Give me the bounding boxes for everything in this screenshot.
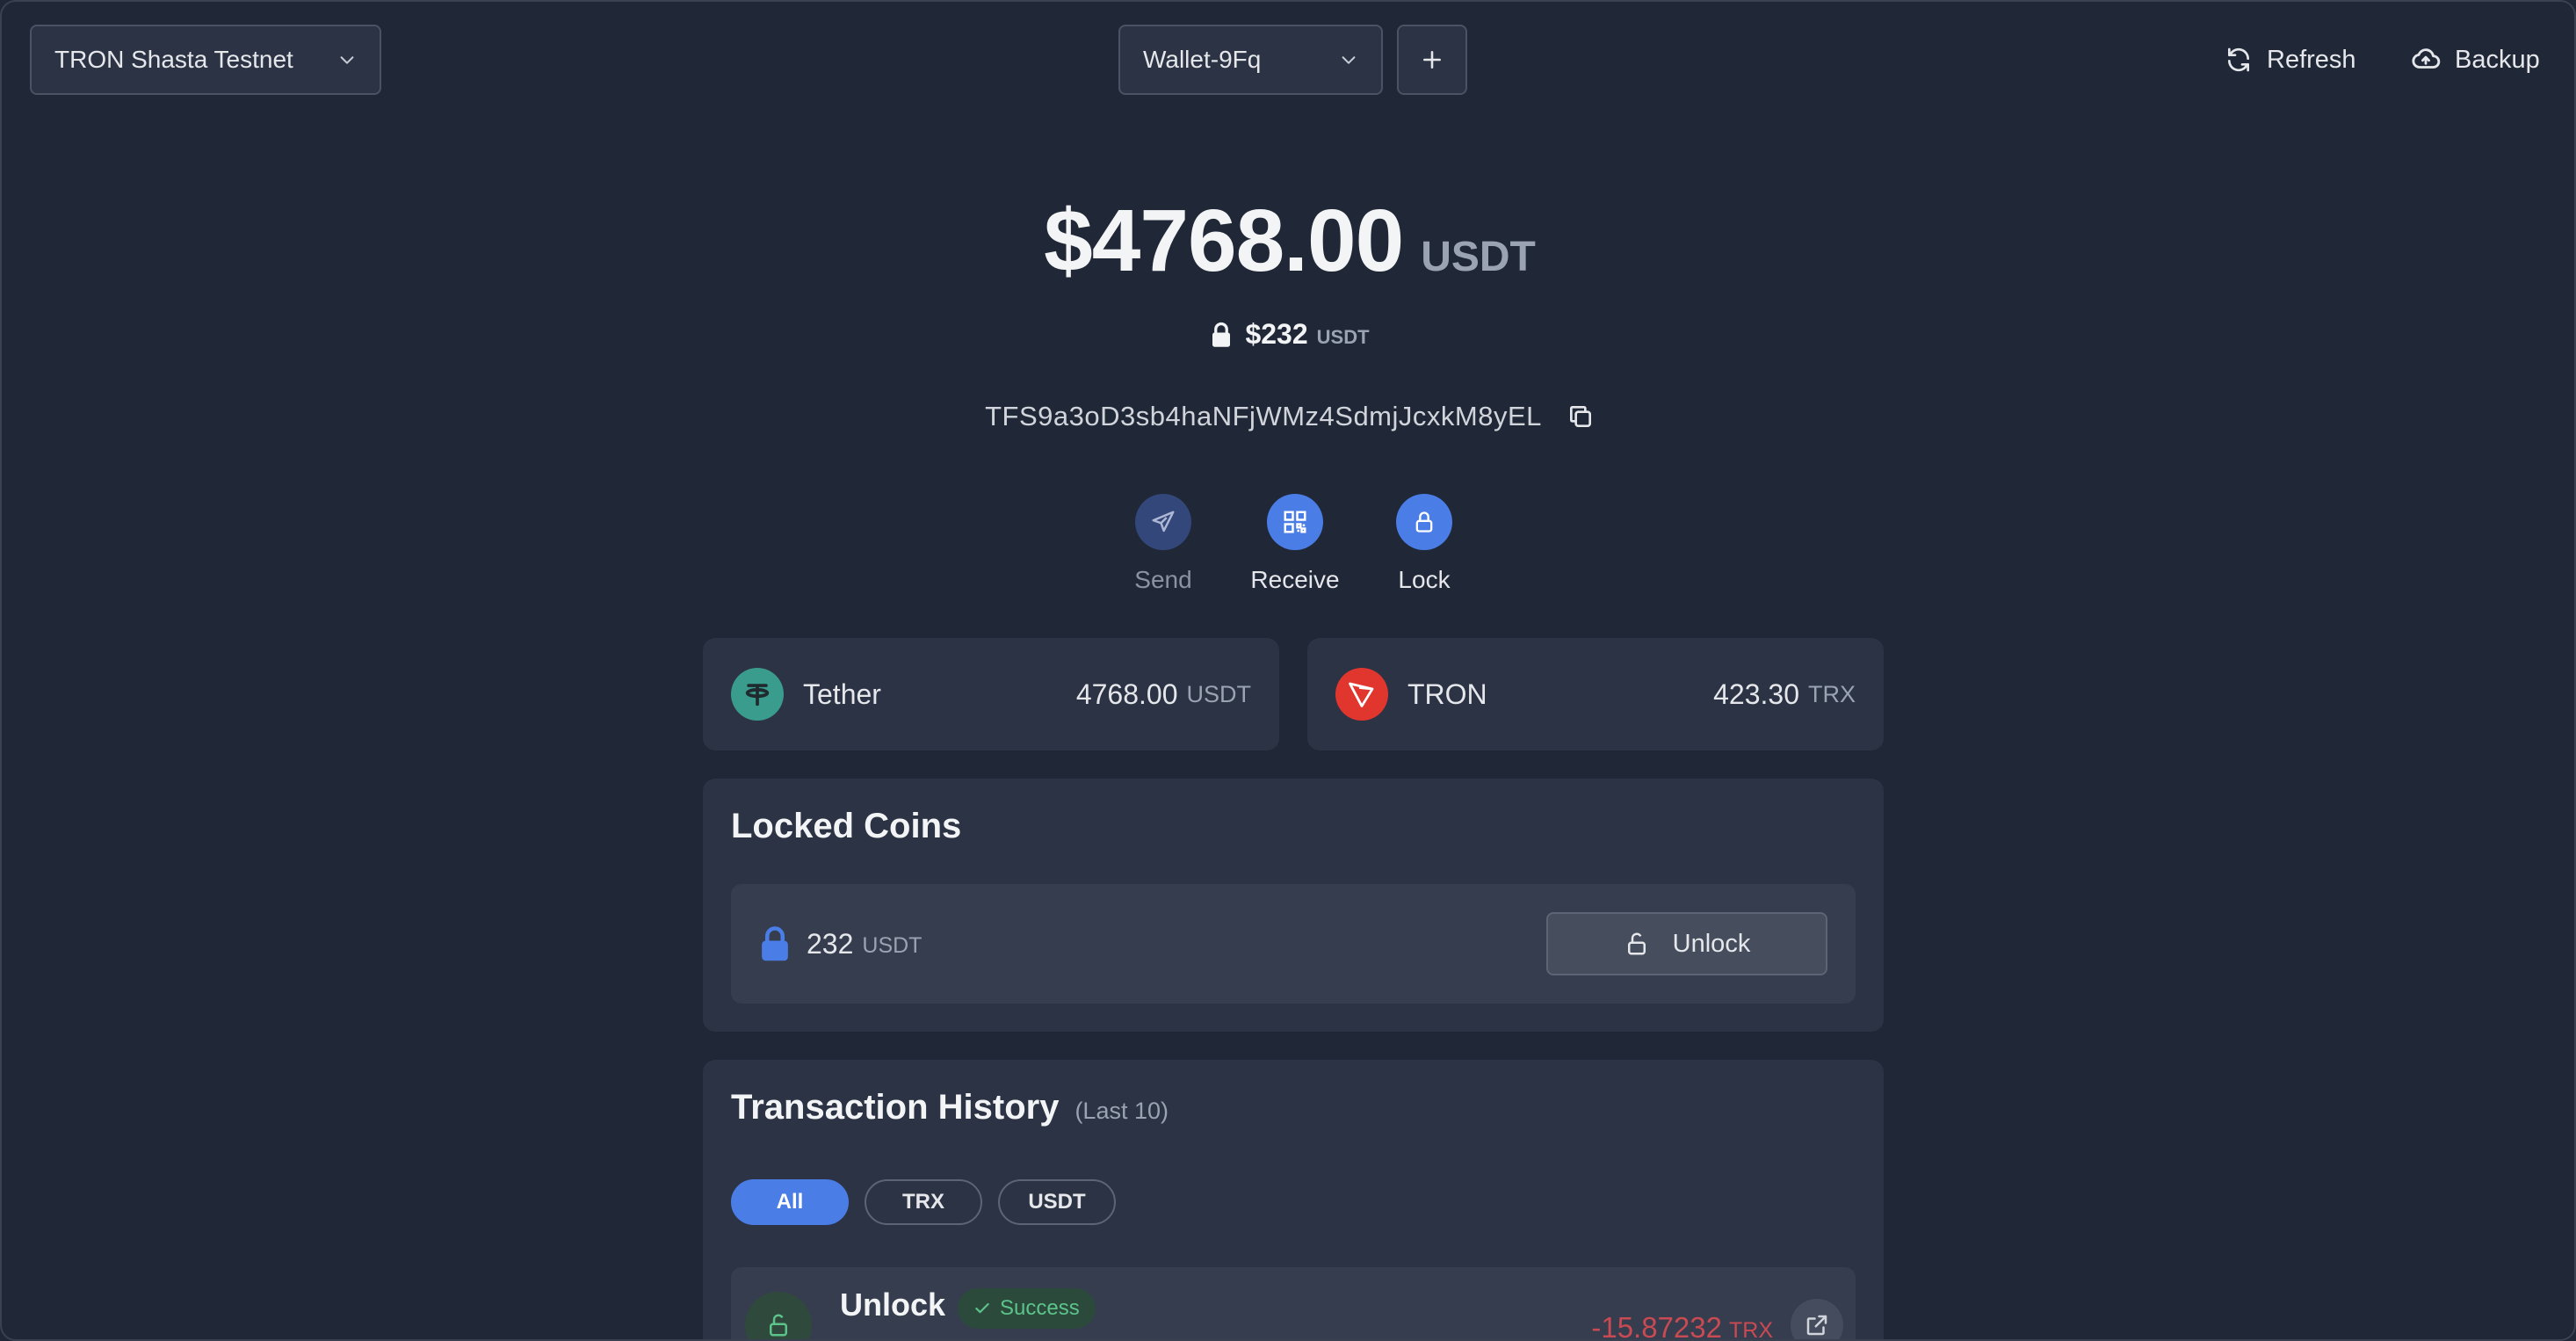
filter-trx[interactable]: TRX xyxy=(865,1179,982,1225)
refresh-icon xyxy=(2228,47,2249,72)
unlock-button[interactable]: Unlock xyxy=(1546,912,1827,975)
network-select-label: TRON Shasta Testnet xyxy=(54,46,293,73)
backup-button[interactable]: Backup xyxy=(2411,37,2540,83)
token-card-tron[interactable]: TRON 423.30 TRX xyxy=(1307,638,1884,750)
refresh-button[interactable]: Refresh xyxy=(2225,37,2356,83)
token-amount: 423.30 xyxy=(1713,678,1799,710)
transaction-amount-unit: TRX xyxy=(1729,1318,1773,1341)
copy-icon[interactable] xyxy=(1567,402,1595,431)
transaction-type: Unlock xyxy=(840,1287,946,1323)
lock-button[interactable]: Lock xyxy=(1363,494,1486,594)
balance-unit: USDT xyxy=(1421,234,1536,280)
locked-coins-card: Locked Coins 232 USDT Unlock xyxy=(703,779,1884,1032)
lock-icon xyxy=(762,926,788,961)
transaction-amount: -15.87232 TRX xyxy=(1591,1311,1773,1341)
cloud-upload-icon xyxy=(2412,48,2441,69)
backup-label: Backup xyxy=(2455,45,2540,74)
locked-balance-amount: $232 xyxy=(1245,318,1308,350)
total-balance: $4768.00 USDT xyxy=(2,191,2574,292)
token-name: TRON xyxy=(1407,678,1487,710)
chevron-down-icon xyxy=(1342,56,1356,64)
receive-label: Receive xyxy=(1250,566,1340,593)
chevron-down-icon xyxy=(340,56,354,64)
history-subtitle: (Last 10) xyxy=(1075,1098,1169,1124)
wallet-select-label: Wallet-9Fq xyxy=(1143,46,1262,73)
unlock-icon xyxy=(745,1292,812,1339)
transaction-row[interactable]: Unlock Success -15.87232 TRX xyxy=(731,1267,1856,1341)
tether-icon xyxy=(731,668,784,721)
send-icon xyxy=(1152,511,1175,533)
token-name: Tether xyxy=(803,678,881,710)
locked-coin-row: 232 USDT Unlock xyxy=(731,884,1856,1004)
lock-icon-circle xyxy=(1396,494,1452,550)
history-header: Transaction History (Last 10) xyxy=(731,1088,1856,1127)
balance-amount: $4768.00 xyxy=(1044,192,1404,290)
plus-icon xyxy=(1423,51,1441,69)
token-card-tether[interactable]: Tether 4768.00 USDT xyxy=(703,638,1279,750)
wallet-select[interactable]: Wallet-9Fq xyxy=(1118,25,1383,95)
filter-usdt[interactable]: USDT xyxy=(998,1179,1116,1225)
tron-icon xyxy=(1335,668,1388,721)
locked-coin-amount: 232 xyxy=(807,927,854,960)
transaction-history-card: Transaction History (Last 10) All TRX US… xyxy=(703,1060,1884,1341)
external-link-icon xyxy=(1806,1315,1827,1336)
token-unit: USDT xyxy=(1186,680,1252,707)
filter-all[interactable]: All xyxy=(731,1179,849,1225)
status-label: Success xyxy=(1000,1296,1080,1320)
lock-icon xyxy=(1212,322,1231,347)
lock-label: Lock xyxy=(1398,566,1451,593)
network-select[interactable]: TRON Shasta Testnet xyxy=(30,25,381,95)
send-icon-circle xyxy=(1135,494,1191,550)
token-amount: 4768.00 xyxy=(1075,678,1178,710)
send-label: Send xyxy=(1134,566,1192,593)
open-explorer-button[interactable] xyxy=(1791,1299,1843,1339)
locked-coins-title: Locked Coins xyxy=(731,807,962,845)
history-filters: All TRX USDT xyxy=(731,1179,1116,1225)
token-unit: TRX xyxy=(1808,680,1856,707)
lock-icon xyxy=(1415,511,1433,533)
status-badge: Success xyxy=(958,1288,1096,1329)
unlock-icon xyxy=(1627,932,1646,955)
unlock-label: Unlock xyxy=(1672,929,1751,958)
receive-button[interactable]: Receive xyxy=(1234,494,1357,594)
send-button[interactable]: Send xyxy=(1102,494,1225,594)
locked-balance: $232 USDT xyxy=(2,318,2574,351)
add-wallet-button[interactable] xyxy=(1397,25,1467,95)
wallet-address-row: TFS9a3oD3sb4haNFjWMz4SdmjJcxkM8yEL xyxy=(2,401,2574,432)
app-window: TRON Shasta Testnet Wallet-9Fq Refresh B… xyxy=(0,0,2576,1341)
wallet-address: TFS9a3oD3sb4haNFjWMz4SdmjJcxkM8yEL xyxy=(985,401,1542,431)
refresh-label: Refresh xyxy=(2267,45,2356,74)
check-icon xyxy=(975,1302,989,1314)
locked-coin-unit: USDT xyxy=(862,932,923,958)
qr-code-icon xyxy=(1284,511,1306,533)
receive-icon-circle xyxy=(1267,494,1323,550)
locked-balance-unit: USDT xyxy=(1316,325,1370,348)
history-title: Transaction History xyxy=(731,1088,1060,1127)
transaction-amount-value: -15.87232 xyxy=(1591,1311,1722,1341)
